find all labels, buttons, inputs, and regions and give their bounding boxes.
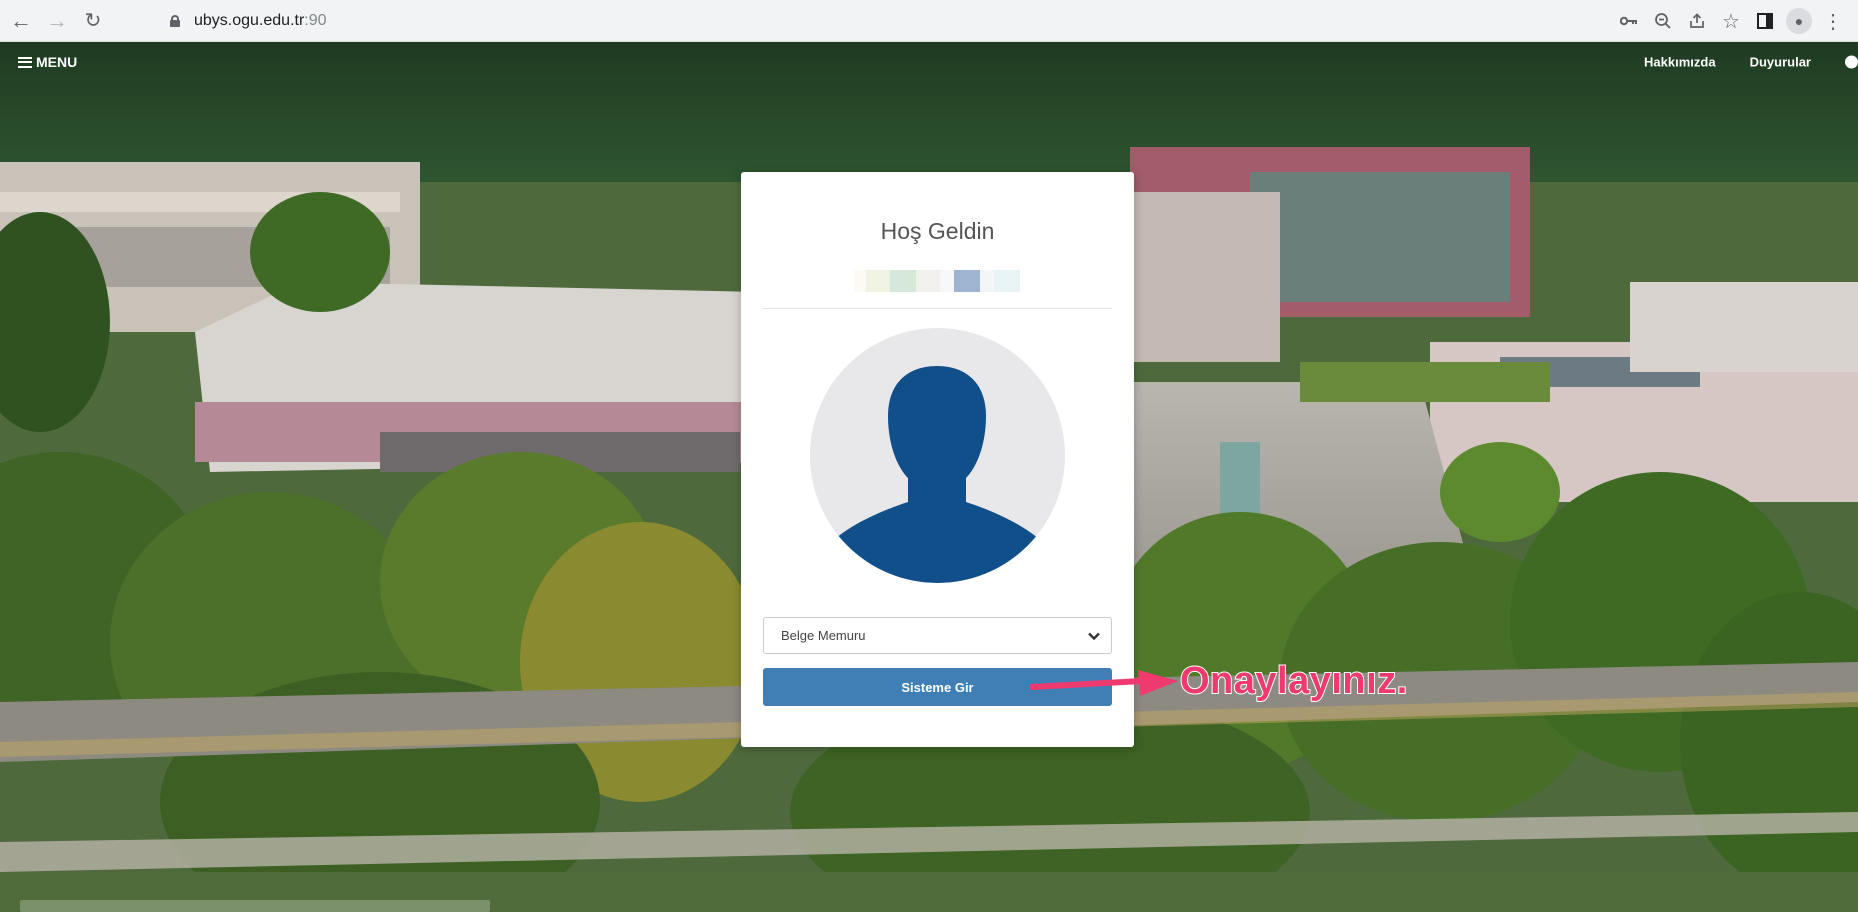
- chevron-down-icon: [1088, 632, 1100, 641]
- login-card: Hoş Geldin Belge Memuru Sisteme Gir: [741, 172, 1134, 747]
- key-icon[interactable]: [1612, 6, 1646, 36]
- user-silhouette-icon: [832, 366, 1042, 583]
- more-vert-icon[interactable]: ⋮: [1816, 6, 1850, 36]
- menu-button[interactable]: MENU: [18, 54, 77, 70]
- role-select[interactable]: Belge Memuru: [763, 617, 1112, 654]
- menu-label: MENU: [36, 54, 78, 70]
- top-nav: Hakkımızda Duyurular: [1644, 55, 1858, 70]
- zoom-icon[interactable]: [1646, 6, 1680, 36]
- star-icon[interactable]: ☆: [1714, 6, 1748, 36]
- page-viewport: MENU Hakkımızda Duyurular Hoş Geldin Bel: [0, 42, 1858, 912]
- redacted-username: [854, 270, 1020, 292]
- url-port: :90: [304, 12, 327, 29]
- annotation-text: Onaylayınız.: [1179, 659, 1408, 703]
- sidebar-icon[interactable]: [1748, 6, 1782, 36]
- url-host: ubys.ogu.edu.tr: [194, 12, 305, 29]
- nav-link-duyurular[interactable]: Duyurular: [1750, 55, 1811, 70]
- profile-icon[interactable]: ●: [1782, 6, 1816, 36]
- back-arrow-icon[interactable]: ←: [6, 6, 36, 36]
- site-topbar: MENU Hakkımızda Duyurular: [0, 42, 1858, 82]
- address-bar[interactable]: ubys.ogu.edu.tr:90: [152, 5, 1512, 37]
- share-icon[interactable]: [1680, 6, 1714, 36]
- footer-text: [20, 900, 490, 912]
- forward-arrow-icon[interactable]: →: [42, 6, 72, 36]
- reload-icon[interactable]: ↻: [78, 6, 108, 36]
- user-avatar: [810, 328, 1065, 583]
- hamburger-icon: [18, 56, 32, 68]
- role-select-value: Belge Memuru: [781, 628, 866, 643]
- nav-link-hakkimizda[interactable]: Hakkımızda: [1644, 55, 1716, 70]
- globe-icon[interactable]: [1845, 55, 1858, 69]
- welcome-title: Hoş Geldin: [880, 218, 995, 244]
- card-divider: [763, 308, 1112, 309]
- annotation-arrow-icon: [1030, 670, 1178, 696]
- lock-icon[interactable]: [170, 15, 180, 27]
- browser-toolbar: ← → ↻ ubys.ogu.edu.tr:90 ☆ ● ⋮: [0, 0, 1858, 42]
